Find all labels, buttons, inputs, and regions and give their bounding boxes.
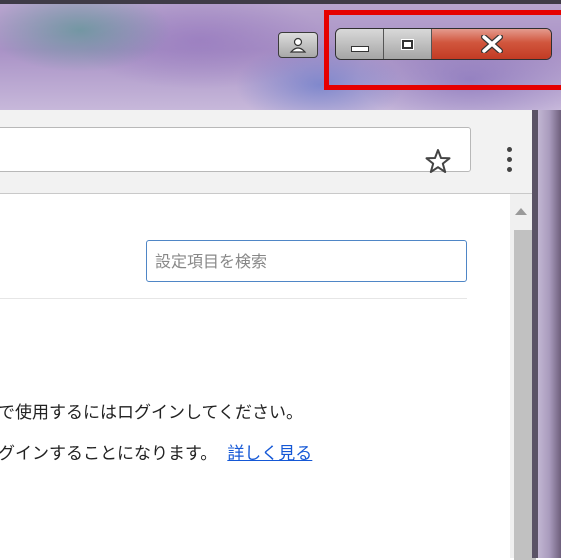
highlight-annotation [324,10,561,90]
signin-description-line2: グインすることになります。 詳しく見る [0,439,312,464]
address-bar[interactable] [0,127,471,172]
window-frame-edge [532,110,538,558]
vertical-scrollbar[interactable] [510,194,536,560]
settings-page: で使用するにはログインしてください。 グインすることになります。詳しく見る [0,194,510,558]
person-icon [289,37,307,53]
learn-more-link[interactable]: 詳しく見る [227,444,312,464]
scroll-up-arrow-icon[interactable] [515,208,527,215]
vertical-dots-icon[interactable] [503,147,515,177]
settings-search-input[interactable] [146,240,467,282]
profile-button[interactable] [278,32,318,58]
bookmark-star-icon[interactable] [425,148,451,174]
signin-description-line1: で使用するにはログインしてください。 [0,403,303,423]
header-divider [0,298,467,299]
signin-description-text: グインすることになります。 [0,444,218,464]
window-top-edge [0,0,561,4]
browser-toolbar [0,110,553,194]
